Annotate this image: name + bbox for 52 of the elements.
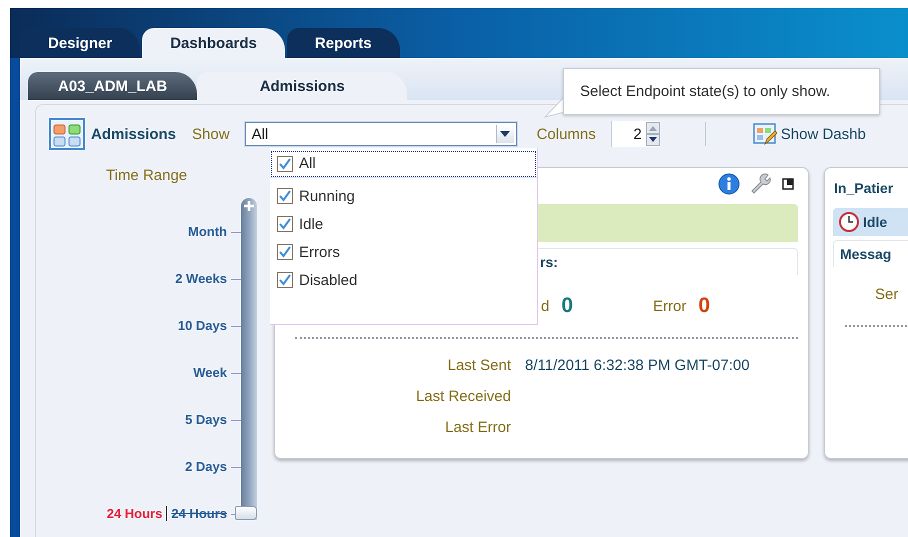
show-select[interactable]: All <box>244 122 517 146</box>
count-value: 0 <box>561 294 574 318</box>
detail-label: Last Sent <box>446 357 511 374</box>
sub-tab[interactable]: A03_ADM_LAB <box>28 72 198 100</box>
count-value: 0 <box>698 294 710 318</box>
spinner-arrows-icon[interactable] <box>646 122 660 146</box>
columns-spinner[interactable]: 2 <box>610 121 660 147</box>
checkbox-option[interactable]: Idle <box>270 210 537 238</box>
section-heading: Messag <box>833 240 908 267</box>
time-range-label: Time Range <box>106 167 188 184</box>
tick-label: Week <box>193 365 227 380</box>
slider-track[interactable] <box>235 198 257 520</box>
dashboard-title: Admissions <box>91 126 176 142</box>
tick-label: Month <box>188 224 227 239</box>
current-range-label: 24 Hours <box>106 506 168 521</box>
clock-icon <box>839 212 859 232</box>
checkbox-option[interactable]: All <box>270 150 537 178</box>
checkbox[interactable] <box>277 272 293 288</box>
count-label: Error <box>653 298 686 314</box>
tick-label: 2 Days <box>185 459 227 474</box>
checkbox[interactable] <box>277 216 293 232</box>
dropdown-button[interactable] <box>496 125 514 143</box>
info-icon[interactable] <box>718 173 740 195</box>
caret-icon <box>500 131 510 137</box>
tick-label: 10 Days <box>178 318 227 333</box>
dashboard-pencil-icon <box>752 122 777 146</box>
wrench-icon[interactable] <box>750 173 772 195</box>
plus-icon[interactable] <box>243 200 255 212</box>
main-tab[interactable]: Dashboards <box>142 28 285 58</box>
card-title: In_Patier <box>834 180 894 196</box>
show-label: Show <box>192 126 230 142</box>
slider-thumb[interactable] <box>235 506 257 520</box>
detail-label: Last Received <box>414 388 511 405</box>
tick-label: 5 Days <box>185 412 227 427</box>
maximize-icon[interactable] <box>782 178 794 190</box>
count-label: d <box>541 298 550 314</box>
checkbox-option[interactable]: Running <box>270 182 537 210</box>
sub-tab[interactable]: Admissions <box>197 72 408 100</box>
checkbox[interactable] <box>277 156 293 172</box>
tooltip: Select Endpoint state(s) to only show. <box>563 68 880 115</box>
detail-label: Last Error <box>444 419 511 436</box>
checkbox[interactable] <box>277 188 293 204</box>
show-dashboard-button[interactable]: Show Dashb <box>736 122 866 146</box>
columns-label: Columns <box>536 126 596 142</box>
detail-value: 8/11/2011 6:32:38 PM GMT-07:00 <box>525 357 750 374</box>
dashboard-icon <box>49 118 85 150</box>
tick-label: 24 Hours <box>171 506 227 521</box>
count-label: Ser <box>875 286 898 302</box>
tick-label: 2 Weeks <box>175 271 227 286</box>
main-tab[interactable]: Reports <box>286 28 400 58</box>
status-label: Idle <box>863 214 888 230</box>
checkbox[interactable] <box>277 244 293 260</box>
